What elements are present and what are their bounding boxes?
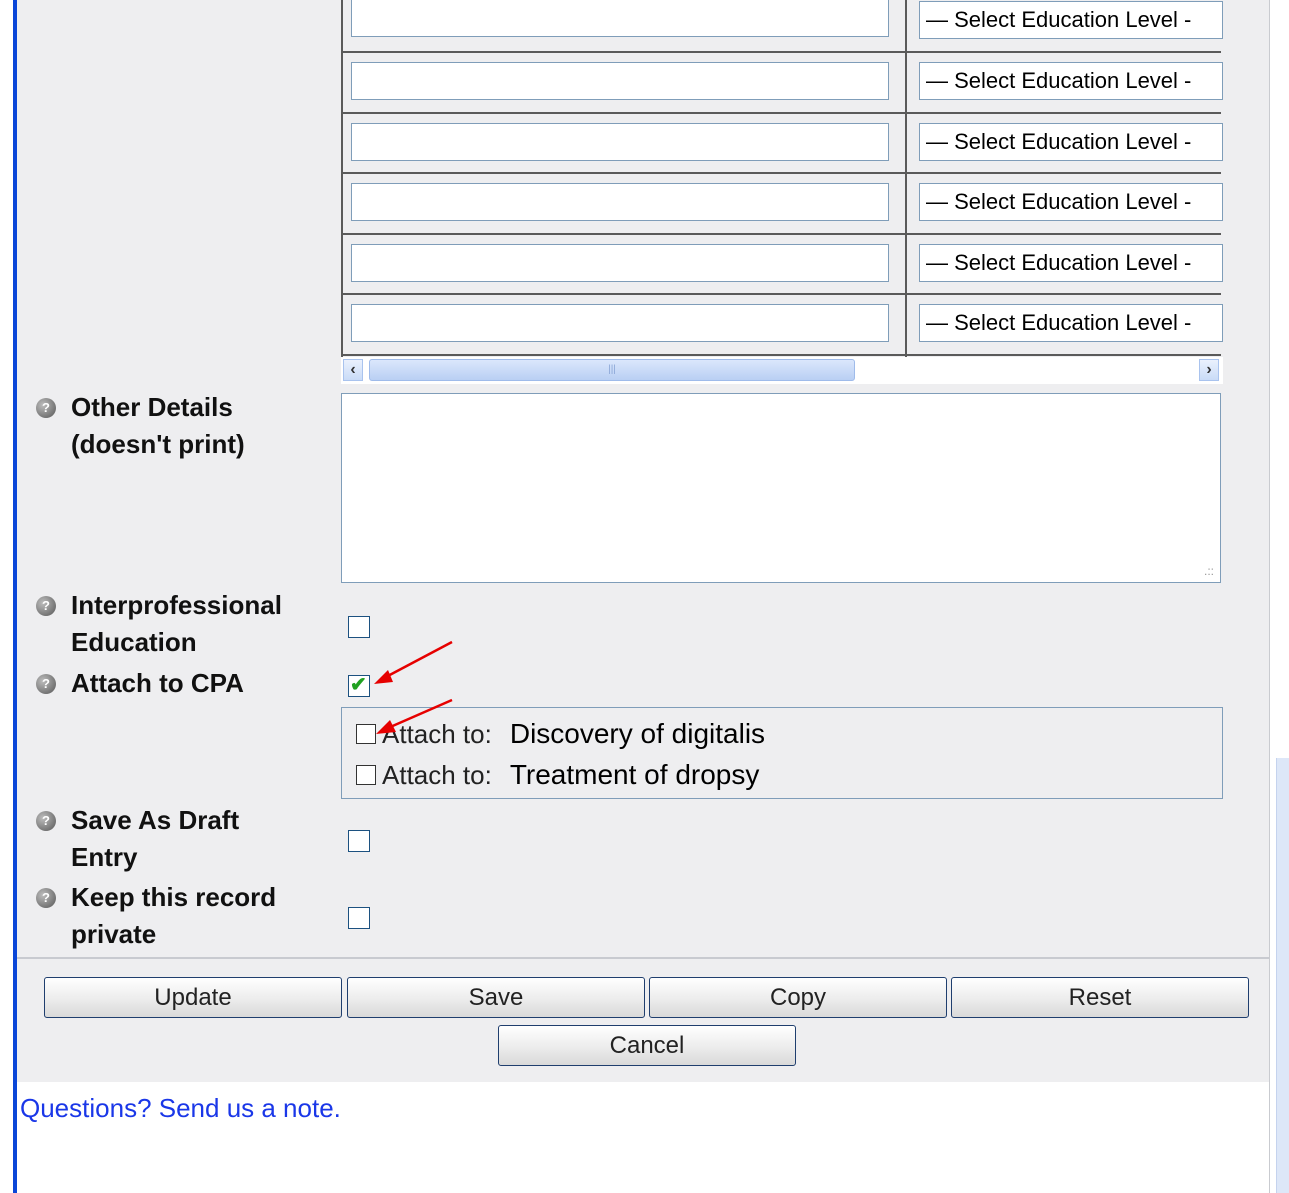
scroll-right-icon[interactable]: ›: [1199, 359, 1219, 381]
education-name-input[interactable]: [351, 123, 889, 161]
education-level-select[interactable]: — Select Education Level -: [919, 62, 1223, 100]
save-button[interactable]: Save: [347, 977, 645, 1018]
save-draft-checkbox[interactable]: [348, 830, 370, 852]
education-name-input[interactable]: [351, 62, 889, 100]
education-name-input[interactable]: [351, 0, 889, 37]
education-level-select[interactable]: — Select Education Level -: [919, 183, 1223, 221]
education-level-select[interactable]: — Select Education Level -: [919, 123, 1223, 161]
help-icon[interactable]: ?: [36, 596, 56, 616]
scroll-left-icon[interactable]: ‹: [343, 359, 363, 381]
education-level-select[interactable]: — Select Education Level -: [919, 244, 1223, 282]
help-icon[interactable]: ?: [36, 888, 56, 908]
education-row: — Select Education Level -: [343, 295, 1223, 353]
education-row: — Select Education Level -: [343, 53, 1223, 111]
attach-cpa-label: Attach to CPA: [71, 668, 244, 698]
grid-row-line: [343, 354, 1221, 356]
attach-target-name: Treatment of dropsy: [509, 759, 760, 790]
help-icon[interactable]: ?: [36, 811, 56, 831]
questions-link[interactable]: Questions? Send us a note.: [20, 1093, 341, 1124]
button-divider: [17, 957, 1269, 959]
other-details-label: Other Details (doesn't print): [71, 392, 245, 459]
reset-button[interactable]: Reset: [951, 977, 1249, 1018]
education-level-select[interactable]: — Select Education Level -: [919, 1, 1223, 39]
page-right-border: [1269, 0, 1270, 1193]
education-name-input[interactable]: [351, 244, 889, 282]
help-icon[interactable]: ?: [36, 674, 56, 694]
education-row: — Select Education Level -: [343, 0, 1223, 53]
update-button[interactable]: Update: [44, 977, 342, 1018]
copy-button[interactable]: Copy: [649, 977, 947, 1018]
cpa-attach-panel: Attach to: Discovery of digitalis Attach …: [341, 707, 1223, 799]
education-name-input[interactable]: [351, 304, 889, 342]
attach-target-name: Discovery of digitalis: [509, 718, 766, 749]
keep-private-checkbox[interactable]: [348, 907, 370, 929]
education-row: — Select Education Level -: [343, 174, 1223, 232]
interprofessional-label: Interprofessional Education: [71, 590, 282, 657]
page-vertical-scrollbar[interactable]: [1276, 758, 1289, 1193]
scroll-thumb[interactable]: |||: [369, 359, 855, 381]
cancel-button[interactable]: Cancel: [498, 1025, 796, 1066]
grid-horizontal-scrollbar[interactable]: ‹ ||| ›: [341, 357, 1223, 384]
other-details-textarea[interactable]: .::: [341, 393, 1221, 583]
education-name-input[interactable]: [351, 183, 889, 221]
keep-private-label: Keep this record private: [71, 882, 277, 949]
attach-prefix-label: Attach to:: [382, 759, 492, 790]
annotation-arrow-icon: [374, 640, 453, 734]
attach-target-row: Attach to: Treatment of dropsy: [356, 759, 759, 791]
education-level-select[interactable]: — Select Education Level -: [919, 304, 1223, 342]
help-icon[interactable]: ?: [36, 398, 56, 418]
attach-target-checkbox[interactable]: [356, 765, 376, 785]
education-row: — Select Education Level -: [343, 114, 1223, 172]
save-draft-label: Save As Draft Entry: [71, 805, 240, 872]
resize-grip-icon[interactable]: .::: [1204, 564, 1214, 578]
education-row: — Select Education Level -: [343, 235, 1223, 293]
